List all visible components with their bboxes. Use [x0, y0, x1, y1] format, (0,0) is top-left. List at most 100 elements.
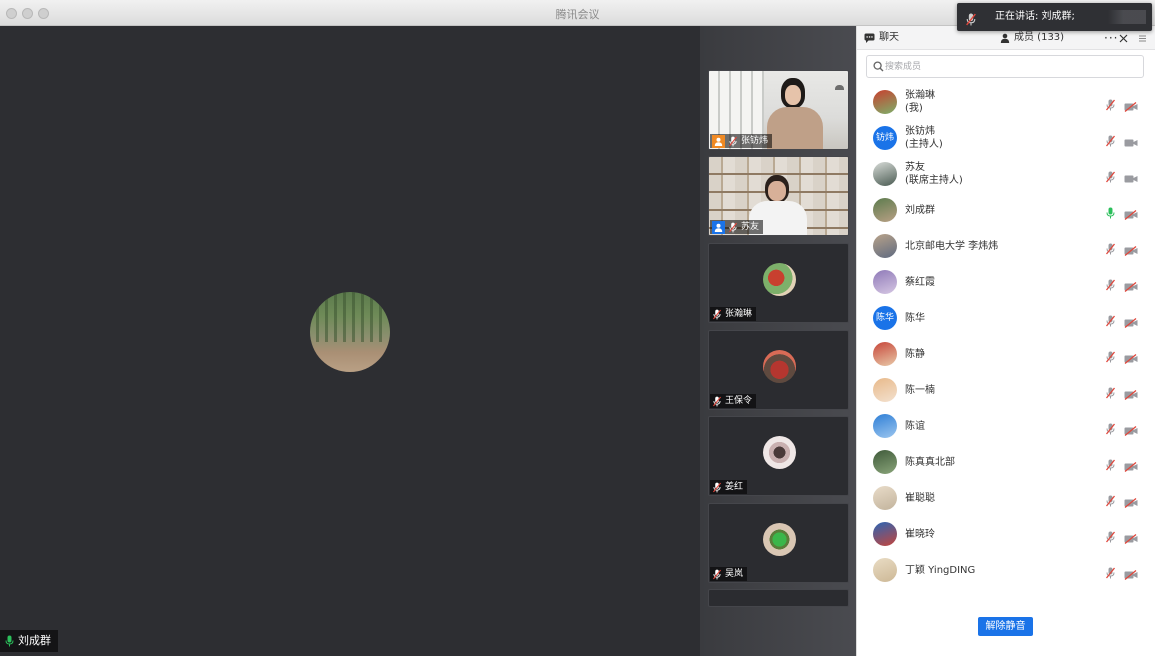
member-row[interactable]: 崔晓玲: [857, 516, 1155, 552]
camera-on-icon[interactable]: [1124, 133, 1138, 152]
mic-off-icon: [712, 308, 722, 320]
member-row[interactable]: 蔡红霞: [857, 264, 1155, 300]
camera-off-icon[interactable]: [1124, 205, 1138, 224]
avatar-tile[interactable]: 姜红: [708, 416, 849, 496]
tab-chat-label: 聊天: [879, 32, 899, 43]
member-name-block: 丁颖 YingDING: [905, 564, 975, 577]
member-avatar: [873, 342, 897, 366]
member-search-box[interactable]: [866, 55, 1144, 78]
active-speaker-name: 刘成群: [18, 634, 51, 647]
talking-text: 正在讲话: 刘成群;: [995, 11, 1075, 22]
member-row[interactable]: 陈真真北部: [857, 444, 1155, 480]
mic-off-icon: [712, 568, 722, 580]
avatar-tile[interactable]: 张瀚琳: [708, 243, 849, 323]
avatar-tile-partial[interactable]: [708, 589, 849, 607]
member-avatar: 陈华: [873, 306, 897, 330]
mic-off-icon[interactable]: [1105, 528, 1116, 547]
video-tile[interactable]: 苏友: [708, 156, 849, 236]
side-panel: 聊天 成员 (133) ··· 张瀚琳(我)钫炜张钫炜(主持: [856, 26, 1155, 656]
member-list[interactable]: 张瀚琳 (我) 钫炜 张钫炜 (主持人) 苏友 (联席主持人) 刘成群 北京邮电大学 李炜炜 蔡红…: [857, 84, 1155, 600]
member-avatar: [873, 522, 897, 546]
member-row[interactable]: 钫炜 张钫炜 (主持人): [857, 120, 1155, 156]
active-speaker-avatar: [310, 292, 390, 372]
mic-off-icon[interactable]: [1105, 348, 1116, 367]
member-name-block: 陈谊: [905, 420, 925, 433]
member-name: 张瀚琳: [905, 90, 935, 101]
mic-off-icon[interactable]: [1105, 168, 1116, 187]
mic-off-icon: [712, 481, 722, 493]
participant-filmstrip[interactable]: 张钫炜 苏友 张瀚琳 王保令 姜红 吴岚: [700, 26, 856, 656]
member-role: (联席主持人): [905, 175, 963, 186]
member-avatar: 钫炜: [873, 126, 897, 150]
tile-name-bar: 姜红: [710, 480, 748, 494]
tab-chat[interactable]: 聊天: [864, 26, 899, 50]
unmute-button[interactable]: 解除静音: [978, 617, 1033, 636]
member-row[interactable]: 陈华 陈华: [857, 300, 1155, 336]
mic-off-icon[interactable]: [1105, 564, 1116, 583]
person-icon: [1000, 33, 1010, 43]
camera-off-icon[interactable]: [1124, 385, 1138, 404]
camera-off-icon[interactable]: [1124, 277, 1138, 296]
video-tile[interactable]: 张钫炜: [708, 70, 849, 150]
tile-name-bar: 张瀚琳: [710, 307, 757, 321]
tile-name: 姜红: [725, 482, 744, 492]
mic-off-icon[interactable]: [1105, 312, 1116, 331]
member-avatar: [873, 198, 897, 222]
member-name-block: 陈真真北部: [905, 456, 955, 469]
member-row[interactable]: 北京邮电大学 李炜炜: [857, 228, 1155, 264]
mic-off-icon[interactable]: [1105, 96, 1116, 115]
member-avatar: [873, 270, 897, 294]
mic-off-icon[interactable]: [1105, 456, 1116, 475]
mic-off-icon[interactable]: [1105, 276, 1116, 295]
camera-off-icon[interactable]: [1124, 529, 1138, 548]
avatar-tile[interactable]: 王保令: [708, 330, 849, 410]
camera-off-icon[interactable]: [1124, 421, 1138, 440]
mic-off-icon: [728, 221, 738, 233]
mic-off-icon[interactable]: [1105, 132, 1116, 151]
member-name-block: 苏友 (联席主持人): [905, 161, 963, 187]
tile-name: 王保令: [725, 396, 753, 406]
member-row[interactable]: 陈谊: [857, 408, 1155, 444]
avatar-tile[interactable]: 吴岚: [708, 503, 849, 583]
member-row[interactable]: 崔聪聪: [857, 480, 1155, 516]
camera-off-icon[interactable]: [1124, 97, 1138, 116]
camera-off-icon[interactable]: [1124, 349, 1138, 368]
cohost-badge-icon: [712, 220, 725, 234]
mic-on-icon[interactable]: [1106, 204, 1115, 223]
member-name-block: 刘成群: [905, 204, 935, 217]
mic-off-icon[interactable]: [1105, 420, 1116, 439]
member-name: 蔡红霞: [905, 277, 935, 288]
camera-off-icon[interactable]: [1124, 565, 1138, 584]
member-name-block: 崔晓玲: [905, 528, 935, 541]
tile-avatar: [763, 436, 796, 469]
mic-off-icon[interactable]: [1105, 384, 1116, 403]
member-row[interactable]: 陈一楠: [857, 372, 1155, 408]
member-name: 陈一楠: [905, 385, 935, 396]
chat-icon: [864, 33, 875, 43]
tile-avatar: [763, 350, 796, 383]
member-name-block: 陈一楠: [905, 384, 935, 397]
member-role: (主持人): [905, 139, 943, 150]
camera-off-icon[interactable]: [1124, 241, 1138, 260]
mic-off-icon: [712, 395, 722, 407]
member-name: 陈华: [905, 313, 925, 324]
mic-off-icon: [728, 135, 738, 147]
member-row[interactable]: 苏友 (联席主持人): [857, 156, 1155, 192]
main-video-area[interactable]: 刘成群: [0, 26, 700, 656]
member-name-block: 陈静: [905, 348, 925, 361]
tile-name: 吴岚: [725, 569, 744, 579]
member-row[interactable]: 张瀚琳 (我): [857, 84, 1155, 120]
mic-off-icon[interactable]: [1105, 240, 1116, 259]
camera-off-icon[interactable]: [1124, 313, 1138, 332]
camera-off-icon[interactable]: [1124, 457, 1138, 476]
camera-on-icon[interactable]: [1124, 169, 1138, 188]
active-speaker-label: 刘成群: [0, 630, 58, 652]
member-row[interactable]: 陈静: [857, 336, 1155, 372]
member-search-input[interactable]: [885, 58, 1135, 76]
mic-off-icon: [966, 10, 976, 38]
member-row[interactable]: 丁颖 YingDING: [857, 552, 1155, 588]
member-row[interactable]: 刘成群: [857, 192, 1155, 228]
mic-off-icon[interactable]: [1105, 492, 1116, 511]
camera-off-icon[interactable]: [1124, 493, 1138, 512]
member-name: 崔晓玲: [905, 529, 935, 540]
